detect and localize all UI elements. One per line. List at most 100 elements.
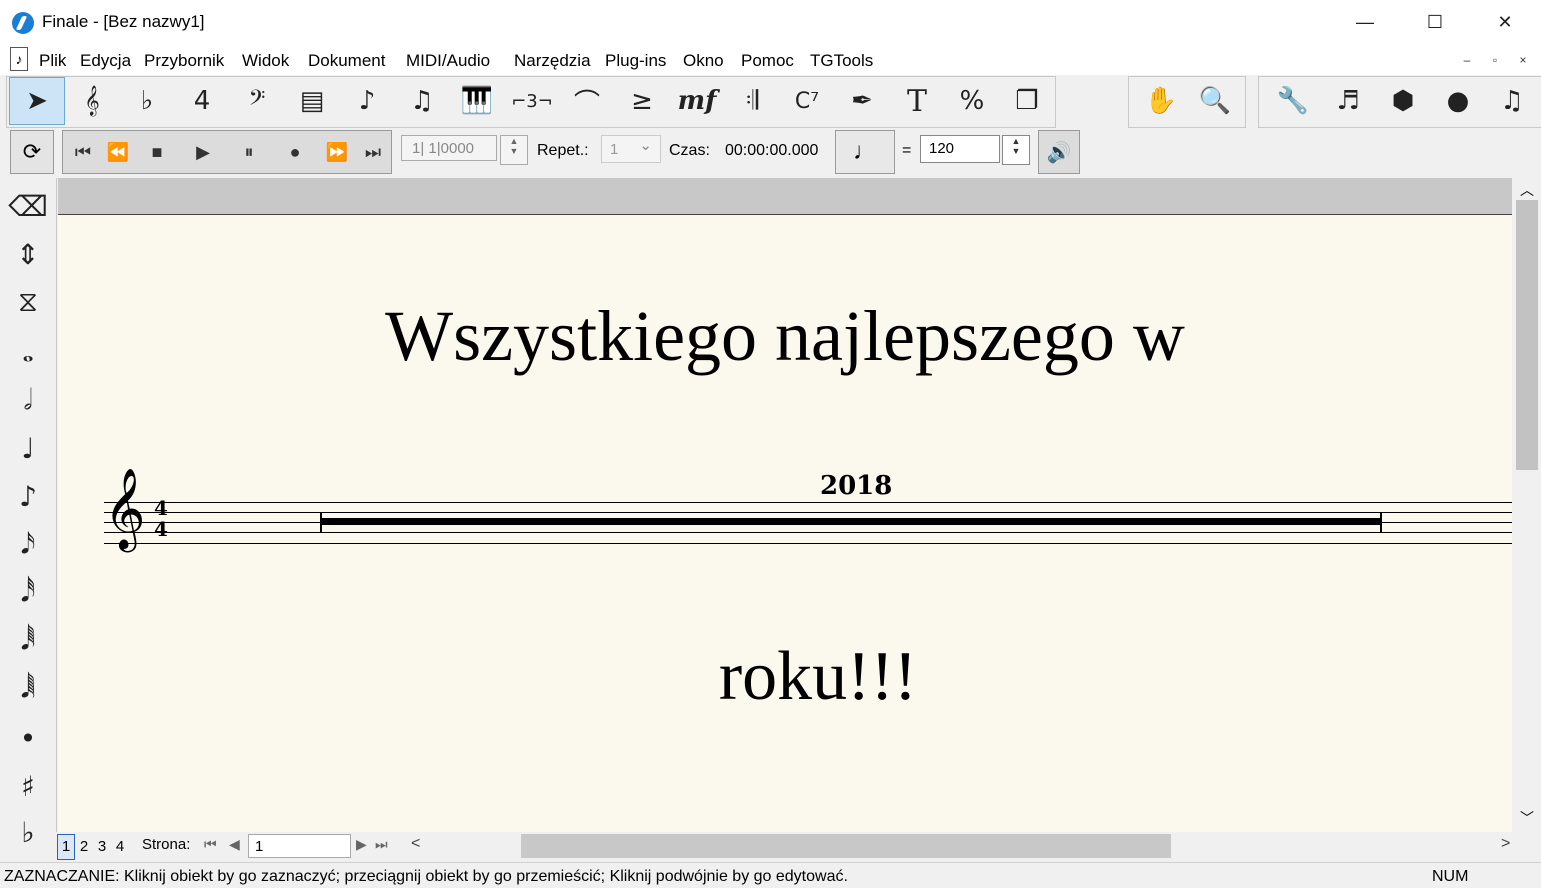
clef-tool[interactable]: 𝄢 — [229, 77, 285, 125]
tempo-spinner[interactable]: ▲ ▼ — [1002, 135, 1030, 165]
horizontal-scroll-thumb[interactable] — [521, 834, 1171, 858]
first-page-icon[interactable]: ⏮ — [204, 836, 217, 853]
vertical-scroll-thumb[interactable] — [1516, 200, 1538, 470]
zoom-tool[interactable]: 🔍 — [1187, 77, 1243, 125]
scroll-left-icon[interactable]: < — [411, 835, 420, 853]
articulation-tool[interactable]: ≥ — [614, 77, 670, 125]
counter-spinner[interactable]: ▲ ▼ — [500, 135, 528, 165]
midi-tool[interactable]: ● — [1430, 77, 1486, 125]
menu-pomoc[interactable]: Pomoc — [741, 51, 794, 71]
repeat-tool[interactable]: 𝄇 — [724, 77, 780, 125]
lyrics-tool[interactable]: ✒ — [834, 77, 890, 125]
dot-tool[interactable]: • — [0, 714, 56, 762]
page-tab-2[interactable]: 2 — [75, 834, 93, 860]
repeat-select[interactable]: 1 — [601, 132, 661, 163]
menu-widok[interactable]: Widok — [242, 51, 289, 71]
mass-edit-tool[interactable]: ⬢ — [1375, 77, 1431, 125]
record-button[interactable]: ● — [275, 131, 315, 173]
page-number-input[interactable]: 1 — [248, 834, 351, 858]
next-page-icon[interactable]: ▶ — [356, 836, 367, 853]
sixteenth-note-tool[interactable]: 𝅘𝅥𝅯 — [0, 520, 56, 568]
prev-page-icon[interactable]: ◀ — [229, 836, 240, 853]
mdi-close-button[interactable]: × — [1512, 50, 1534, 70]
selection-tool[interactable]: ➤ — [9, 77, 65, 125]
resize-tool[interactable]: % — [944, 77, 1000, 125]
play-button[interactable]: ▶ — [183, 131, 223, 173]
sixty-fourth-note-tool[interactable]: 𝅘𝅥𝅱 — [0, 616, 56, 664]
chord-tool[interactable]: C⁷ — [779, 77, 835, 125]
page-tab-4[interactable]: 4 — [111, 834, 129, 860]
score-title[interactable]: Wszystkiego najlepszego w — [58, 295, 1512, 378]
playback-settings-icon[interactable]: 🔊 — [1038, 130, 1080, 174]
menu-przybornik[interactable]: Przybornik — [144, 51, 224, 71]
mdi-restore-button[interactable]: ▫ — [1484, 50, 1506, 70]
go-to-end-button[interactable]: ⏭ — [353, 131, 393, 173]
equals-label: = — [902, 142, 912, 159]
key-signature-tool[interactable]: ♭ — [119, 77, 175, 125]
hyperscribe-tool[interactable]: 🎹 — [449, 77, 505, 125]
tuplet-tool[interactable]: ⌐3¬ — [504, 77, 560, 125]
page-tab-1[interactable]: 1 — [57, 834, 75, 860]
note-mover-tool[interactable]: ♬ — [1320, 77, 1376, 125]
midi-audio-tool[interactable]: ♫ — [1484, 77, 1540, 125]
scroll-down-icon[interactable]: ﹀ — [1520, 808, 1534, 828]
scroll-right-icon[interactable]: > — [1501, 835, 1510, 853]
playback-controls: ⟳ ⏮ ⏪ ■ ▶ ⏸ ● ⏩ ⏭ 1| 1|0000 ▲ ▼ Repet.: 1… — [0, 127, 1541, 175]
text-tool[interactable]: T — [889, 77, 945, 125]
flat-tool[interactable]: ♭ — [0, 808, 56, 856]
measure-tool[interactable]: ▤ — [284, 77, 340, 125]
speedy-entry-tool[interactable]: ♫ — [394, 77, 450, 125]
stop-button[interactable]: ■ — [137, 131, 177, 173]
whole-note-tool[interactable]: 𝅝 — [0, 328, 56, 376]
scrolling-playback-icon[interactable]: ⟳ — [10, 130, 54, 174]
multimeasure-rest[interactable] — [320, 518, 1382, 525]
menu-midi-audio[interactable]: MIDI/Audio — [406, 51, 490, 71]
vertical-scrollbar[interactable]: ︿ ﹀ — [1512, 178, 1541, 832]
menu-plug-ins[interactable]: Plug-ins — [605, 51, 666, 71]
mdi-minimize-button[interactable]: – — [1456, 50, 1478, 70]
menu-dokument[interactable]: Dokument — [308, 51, 385, 71]
time-signature-tool[interactable]: 4 — [174, 77, 230, 125]
one-twenty-eighth-note-tool[interactable]: 𝅘𝅥𝅲 — [0, 664, 56, 712]
sharp-tool[interactable]: ♯ — [0, 762, 56, 810]
special-tools-tool[interactable]: 🔧 — [1265, 77, 1321, 125]
fast-forward-button[interactable]: ⏩ — [317, 131, 357, 173]
quarter-note-tool[interactable]: ♩ — [0, 424, 56, 472]
last-page-icon[interactable]: ⏭ — [375, 836, 388, 853]
menu-narzedzia[interactable]: Narzędzia — [514, 51, 591, 71]
pause-button[interactable]: ⏸ — [229, 131, 269, 173]
half-note-tool[interactable]: 𝅗𝅥 — [0, 376, 56, 424]
half-step-tool[interactable]: ⇕ — [0, 230, 56, 278]
close-button[interactable]: ✕ — [1470, 0, 1540, 45]
minimize-button[interactable]: — — [1330, 0, 1400, 45]
score-page[interactable]: Wszystkiego najlepszego w 2018 𝄞 4 4 rok… — [58, 215, 1512, 832]
menu-okno[interactable]: Okno — [683, 51, 724, 71]
rewind-button[interactable]: ⏪ — [98, 131, 138, 173]
go-to-start-button[interactable]: ⏮ — [63, 131, 103, 173]
tie-tool[interactable]: ⧖ — [0, 278, 56, 326]
scroll-up-icon[interactable]: ︿ — [1520, 180, 1534, 200]
title-bar: Finale - [Bez nazwy1] — ☐ ✕ — [0, 0, 1541, 45]
score-lyric-text[interactable]: roku!!! — [58, 637, 1512, 717]
tempo-unit-button[interactable]: ♩ — [835, 130, 895, 174]
simple-entry-tool[interactable]: ♪ — [339, 77, 395, 125]
staff-tool[interactable]: 𝄞 — [64, 77, 120, 125]
menu-tgtools[interactable]: TGTools — [810, 51, 873, 71]
page-tab-3[interactable]: 3 — [93, 834, 111, 860]
utility-tool-palette: 🔧 ♬ ⬢ ● ♫ — [1258, 76, 1541, 128]
tempo-input[interactable]: 120 — [920, 135, 1000, 163]
document-menu-icon[interactable]: ♪ — [10, 47, 28, 71]
measure-number[interactable]: 2018 — [820, 471, 892, 501]
staff-line — [104, 532, 1512, 533]
menu-edycja[interactable]: Edycja — [80, 51, 131, 71]
hand-grabber-tool[interactable]: ✋ — [1133, 77, 1189, 125]
page-layout-tool[interactable]: ❐ — [999, 77, 1055, 125]
eighth-note-tool[interactable]: ♪ — [0, 472, 56, 520]
measure-counter-field[interactable]: 1| 1|0000 — [401, 135, 497, 161]
expression-tool[interactable]: mf — [669, 77, 725, 125]
maximize-button[interactable]: ☐ — [1400, 0, 1470, 45]
smart-shape-tool[interactable]: ⌒ — [559, 77, 615, 125]
thirty-second-note-tool[interactable]: 𝅘𝅥𝅰 — [0, 568, 56, 616]
eraser-tool[interactable]: ⌫ — [0, 182, 56, 230]
menu-plik[interactable]: Plik — [39, 51, 66, 71]
